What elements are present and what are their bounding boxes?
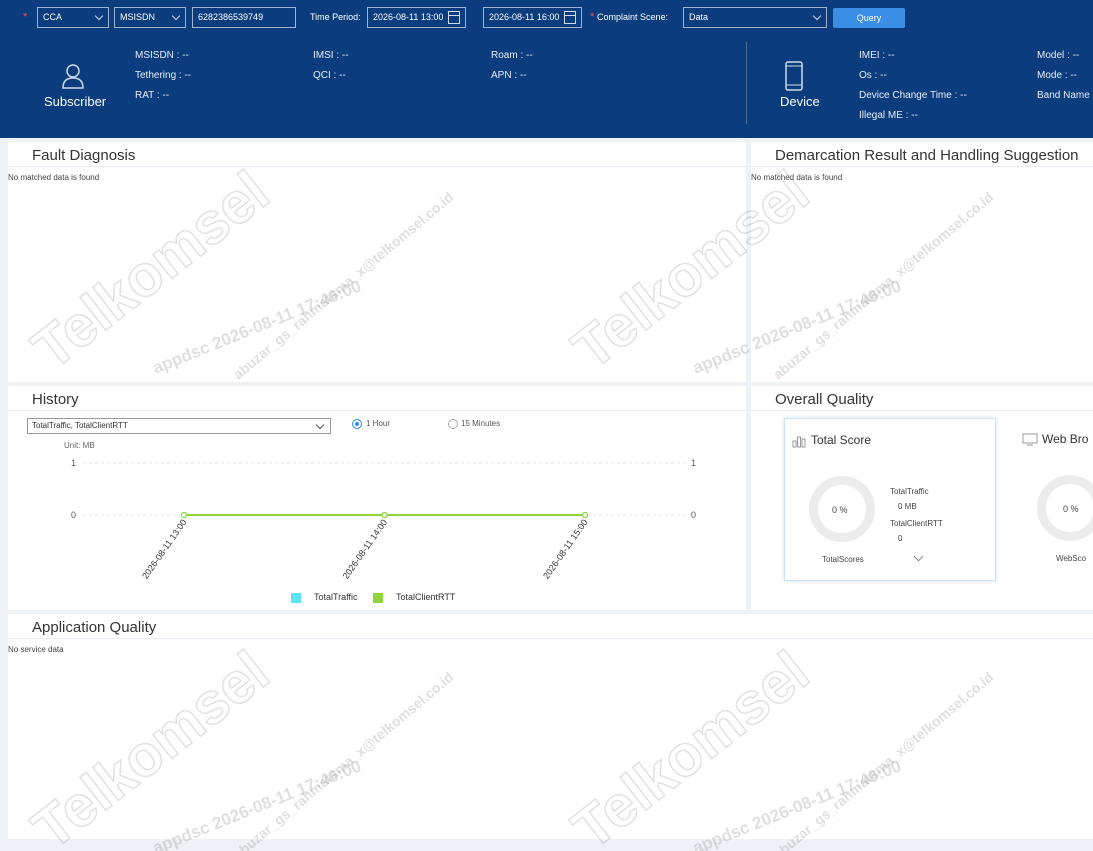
empty-message: No matched data is found	[8, 173, 100, 182]
data-point-totalclientrtt	[581, 511, 589, 519]
x-tick-label: 2026-08-11 15:00	[541, 517, 590, 580]
bar-chart-icon	[792, 436, 806, 448]
empty-message: No matched data is found	[751, 173, 843, 182]
start-time-value: 2026-08-11 13:00	[373, 12, 444, 22]
complaint-scene-value: Data	[689, 12, 709, 22]
rat-info: RAT : --	[135, 90, 170, 101]
y-tick-label-right: 0	[691, 510, 696, 520]
required-marker: *	[590, 11, 595, 23]
total-client-rtt-value: 0	[898, 534, 903, 543]
start-time-input[interactable]: 2026-08-11 13:00	[367, 7, 466, 28]
panel-title: Demarcation Result and Handling Suggesti…	[775, 147, 1079, 164]
end-time-input[interactable]: 2026-08-11 16:00	[483, 7, 582, 28]
band-name-info: Band Name	[1037, 90, 1090, 101]
chevron-down-icon	[812, 11, 822, 21]
divider	[751, 410, 1093, 411]
data-point-totalclientrtt	[180, 511, 188, 519]
divider	[751, 166, 1093, 167]
panel-title: Application Quality	[32, 619, 157, 636]
chevron-down-icon[interactable]	[913, 551, 924, 562]
legend-swatch-totaltraffic	[291, 593, 301, 603]
web-score-label: WebSco	[1056, 554, 1087, 563]
history-line-chart: 1 1 0 0 2026-08-11 13:00 2026-08-11 14:00 2026…	[71, 458, 696, 581]
mode-info: Mode : --	[1037, 70, 1078, 81]
divider	[8, 638, 1093, 639]
total-client-rtt-label: TotalClientRTT	[890, 519, 943, 528]
calendar-icon[interactable]	[564, 11, 576, 24]
roam-info: Roam : --	[491, 50, 533, 61]
demarcation-panel: Demarcation Result and Handling Suggesti…	[751, 142, 1093, 382]
header-divider	[746, 42, 747, 124]
application-quality-panel: Application Quality No service data	[8, 614, 1093, 839]
divider	[8, 166, 746, 167]
total-score-card: Total Score 0 % TotalTraffic 0 MB TotalC…	[784, 418, 996, 581]
header-bar: * CCA MSISDN 6282386539749 Time Period: …	[0, 0, 1093, 138]
required-marker: *	[23, 11, 28, 23]
web-score-percent: 0 %	[1063, 504, 1079, 514]
query-bar: * CCA MSISDN 6282386539749 Time Period: …	[0, 7, 1093, 29]
monitor-icon	[1022, 433, 1038, 446]
web-browsing-title: Web Bro	[1042, 432, 1089, 446]
device-label: Device	[780, 94, 820, 109]
os-info: Os : --	[859, 70, 887, 81]
mobile-phone-icon	[785, 61, 803, 91]
qci-info: QCI : --	[313, 70, 346, 81]
total-score-title: Total Score	[811, 433, 872, 447]
channel-select-value: CCA	[43, 12, 63, 22]
legend-label-totaltraffic[interactable]: TotalTraffic	[314, 592, 358, 602]
legend-label-totalclientrtt[interactable]: TotalClientRTT	[396, 592, 455, 602]
complaint-scene-label: Complaint Scene:	[597, 12, 669, 22]
calendar-icon[interactable]	[448, 11, 460, 24]
chevron-down-icon	[171, 11, 181, 21]
x-tick-label: 2026-08-11 13:00	[140, 517, 189, 580]
empty-message: No service data	[8, 645, 64, 654]
imei-info: IMEI : --	[859, 50, 895, 61]
subscriber-label: Subscriber	[44, 94, 107, 109]
chevron-down-icon	[94, 11, 104, 21]
end-time-value: 2026-08-11 16:00	[489, 12, 560, 22]
total-scores-label: TotalScores	[822, 555, 864, 564]
y-tick-label-left: 1	[71, 458, 76, 468]
illegal-me-info: Illegal ME : --	[859, 110, 918, 121]
imsi-info: IMSI : --	[313, 50, 349, 61]
fault-diagnosis-panel: Fault Diagnosis No matched data is found	[8, 142, 746, 382]
tethering-info: Tethering : --	[135, 70, 192, 81]
x-tick-label: 2026-08-11 14:00	[341, 517, 390, 580]
y-tick-label-left: 0	[71, 510, 76, 520]
total-traffic-label: TotalTraffic	[890, 487, 929, 496]
panel-title: Overall Quality	[775, 391, 874, 408]
complaint-scene-select[interactable]: Data	[683, 7, 827, 28]
total-traffic-value: 0 MB	[898, 502, 917, 511]
legend-swatch-totalclientrtt	[373, 593, 383, 603]
time-period-label: Time Period:	[310, 12, 361, 22]
model-info: Model : --	[1037, 50, 1080, 61]
query-button[interactable]: Query	[833, 8, 905, 28]
channel-select[interactable]: CCA	[37, 7, 109, 28]
device-change-time-info: Device Change Time : --	[859, 90, 967, 101]
msisdn-input[interactable]: 6282386539749	[192, 7, 296, 28]
overall-quality-panel: Overall Quality Total Score 0 % TotalTra…	[751, 386, 1093, 610]
id-type-select-value: MSISDN	[120, 12, 156, 22]
id-type-select[interactable]: MSISDN	[114, 7, 186, 28]
user-icon	[62, 64, 84, 89]
history-panel: History TotalTraffic, TotalClientRTT 1 H…	[8, 386, 746, 610]
apn-info: APN : --	[491, 70, 527, 81]
panel-title: Fault Diagnosis	[32, 147, 136, 164]
data-point-totalclientrtt	[381, 511, 388, 519]
total-score-percent: 0 %	[832, 505, 848, 515]
y-tick-label-right: 1	[691, 458, 696, 468]
msisdn-info: MSISDN : --	[135, 50, 189, 61]
